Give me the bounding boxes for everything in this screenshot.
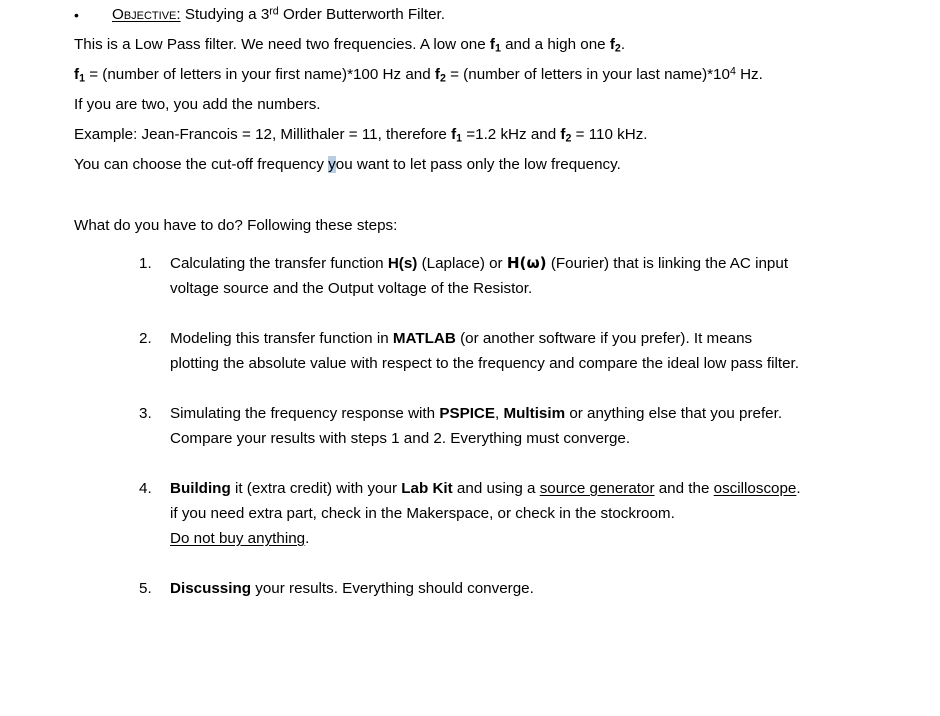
step2-text-a: Modeling this transfer function in xyxy=(170,330,393,347)
step-transfer-function: 1. Calculating the transfer function H(s… xyxy=(0,251,940,301)
objective-text-before: Studying a 3 xyxy=(180,6,270,23)
example-mid: =1.2 kHz and xyxy=(462,126,561,143)
step4-building: Building xyxy=(170,480,231,497)
step-line-2: plotting the absolute value with respect… xyxy=(170,355,799,372)
step-number: 5. xyxy=(139,580,152,597)
step4-text-d: . xyxy=(796,480,801,497)
step-number: 1. xyxy=(139,255,152,272)
para-two-people: If you are two, you add the numbers. xyxy=(74,96,321,113)
step-line-1: Modeling this transfer function in MATLA… xyxy=(170,326,940,351)
steps-prompt: What do you have to do? Following these … xyxy=(74,217,398,234)
step4-do-not-buy: Do not buy anything xyxy=(170,530,306,547)
step4-text-c: and the xyxy=(654,480,714,497)
lowpass-tail: . xyxy=(620,36,626,53)
example-tail: = 110 kHz. xyxy=(571,126,648,143)
step-gap-2 xyxy=(0,376,940,401)
blank-line-spacer xyxy=(0,180,940,211)
cutoff-lead: You can choose the cut-off frequency xyxy=(74,156,329,173)
step4-text-b: and using a xyxy=(452,480,540,497)
para-example: Example: Jean-Francois = 12, Millithaler… xyxy=(0,120,940,150)
step3-pspice: PSPICE xyxy=(439,405,496,422)
step-line-1: Calculating the transfer function H(s) (… xyxy=(170,251,940,276)
para-formula: f1 = (number of letters in your first na… xyxy=(0,60,940,90)
bullet-icon: • xyxy=(74,7,79,23)
step-number: 2. xyxy=(139,330,152,347)
step-gap-3 xyxy=(0,451,940,476)
step3-text-a: Simulating the frequency response with xyxy=(170,405,440,422)
step2-text-b: (or another software if you prefer). It … xyxy=(455,330,753,347)
step-line-1: Discussing your results. Everything shou… xyxy=(170,576,940,601)
step5-discussing: Discussing xyxy=(170,580,252,597)
step-building: 4. Building it (extra credit) with your … xyxy=(0,476,940,551)
step-line-2: voltage source and the Output voltage of… xyxy=(170,280,533,297)
objective-ordinal-sup: rd xyxy=(269,5,279,18)
cutoff-highlighted-char: y xyxy=(328,156,336,173)
step-gap-1 xyxy=(0,301,940,326)
step-line-2: if you need extra part, check in the Mak… xyxy=(170,505,675,522)
step-discussing: 5. Discussing your results. Everything s… xyxy=(0,576,940,601)
example-lead: Example: Jean-Francois = 12, Millithaler… xyxy=(74,126,452,143)
step4-line3-tail: . xyxy=(305,530,310,547)
step1-homega: H(ω) xyxy=(506,254,547,272)
objective-text-after: Order Butterworth Filter. xyxy=(278,6,445,23)
para-lowpass: This is a Low Pass filter. We need two f… xyxy=(0,30,940,60)
step1-hs: H(s) xyxy=(387,255,418,272)
step1-text-b: (Laplace) or xyxy=(417,255,507,272)
prompt-gap xyxy=(0,241,940,251)
formula-tail: Hz. xyxy=(735,66,763,83)
step4-lab-kit: Lab Kit xyxy=(401,480,453,497)
step-number: 3. xyxy=(139,405,152,422)
lowpass-lead: This is a Low Pass filter. We need two f… xyxy=(74,36,490,53)
step1-text-c: (Fourier) that is linking the AC input xyxy=(546,255,789,272)
document-page: • Objective: Studying a 3rd Order Butter… xyxy=(0,0,940,716)
step-number: 4. xyxy=(139,480,152,497)
step4-text-a: it (extra credit) with your xyxy=(230,480,402,497)
step5-text-a: your results. Everything should converge… xyxy=(251,580,534,597)
objective-bullet-row: • Objective: Studying a 3rd Order Butter… xyxy=(0,0,940,30)
objective-label: Objective: xyxy=(112,6,181,23)
step-simulating: 3. Simulating the frequency response wit… xyxy=(0,401,940,451)
step4-source-generator: source generator xyxy=(539,480,655,497)
step-line-2: Compare your results with steps 1 and 2.… xyxy=(170,430,631,447)
step-line-3: Do not buy anything. xyxy=(170,526,940,551)
step4-oscilloscope: oscilloscope xyxy=(713,480,797,497)
lowpass-mid: and a high one xyxy=(500,36,610,53)
step-line-1: Simulating the frequency response with P… xyxy=(170,401,940,426)
step3-text-c: or anything else that you prefer. xyxy=(565,405,783,422)
formula-mid1: = (number of letters in your first name)… xyxy=(84,66,435,83)
cutoff-tail: ou want to let pass only the low frequen… xyxy=(335,156,621,173)
step-gap-4 xyxy=(0,551,940,576)
para-cutoff: You can choose the cut-off frequency you… xyxy=(0,150,940,180)
step1-text-a: Calculating the transfer function xyxy=(170,255,388,272)
formula-mid2: = (number of letters in your last name)*… xyxy=(445,66,730,83)
step-line-1: Building it (extra credit) with your Lab… xyxy=(170,476,940,501)
step2-matlab: MATLAB xyxy=(392,330,456,347)
step3-multisim: Multisim xyxy=(503,405,566,422)
step-modeling: 2. Modeling this transfer function in MA… xyxy=(0,326,940,376)
